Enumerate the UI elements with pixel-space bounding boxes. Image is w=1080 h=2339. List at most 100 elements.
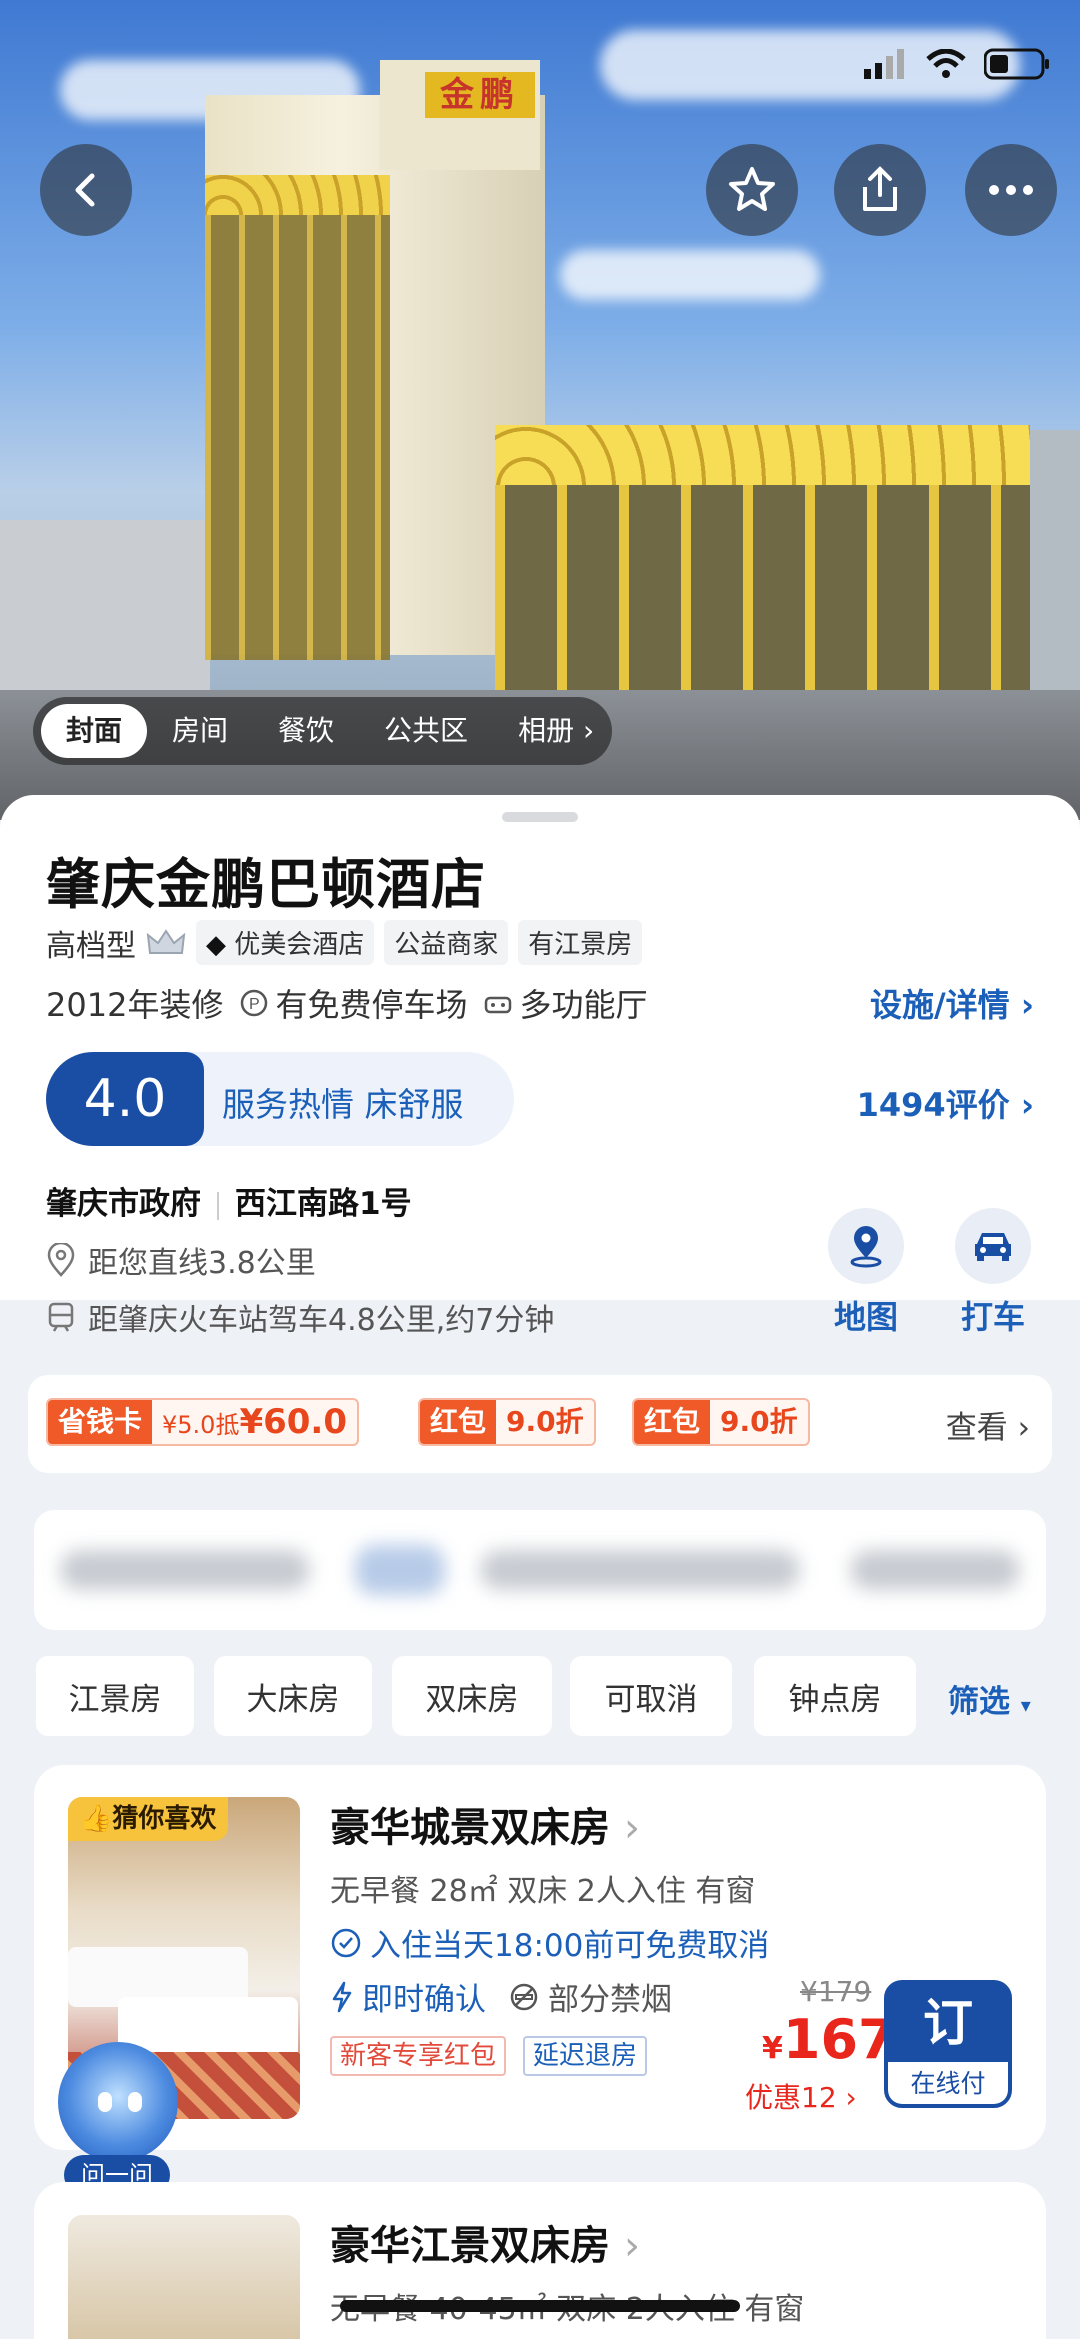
tag-member-hotel: ◆ 优美会酒店 — [196, 920, 375, 965]
tab-album[interactable]: 相册 › — [493, 704, 604, 758]
more-icon — [989, 185, 1033, 195]
hotel-address: 肇庆市政府 西江南路1号 — [46, 1178, 412, 1223]
home-indicator — [340, 2300, 740, 2312]
taxi-icon-circle — [955, 1208, 1031, 1284]
free-cancel-label: 入住当天18:00前可免费取消 — [370, 1928, 770, 1964]
hotel-roof-sign: 金鹏 — [425, 72, 535, 118]
taxi-label: 打车 — [960, 1298, 1025, 1336]
room-info: 无早餐 28㎡ 双床 2人入住 有窗 — [330, 1874, 756, 1909]
tab-cover[interactable]: 封面 — [41, 704, 148, 758]
bot-eye — [98, 2092, 112, 2112]
filter-button[interactable]: 筛选 ▾ — [948, 1676, 1031, 1721]
map-label: 地图 — [833, 1298, 898, 1336]
recommend-badge: 👍猜你喜欢 — [68, 1797, 229, 1841]
car-icon — [975, 1233, 1011, 1261]
hall-feature: 多功能厅 — [483, 980, 647, 1026]
photo-tabs: 封面 房间 餐饮 公共区 相册 › — [33, 697, 613, 765]
filter-chip[interactable]: 大床房 — [214, 1656, 372, 1736]
tab-rooms[interactable]: 房间 — [147, 704, 253, 758]
filter-chip[interactable]: 双床房 — [392, 1656, 552, 1736]
thumbs-up-icon: 👍 — [80, 1804, 113, 1834]
parking-icon: P — [241, 989, 268, 1017]
tag-charity: 公益商家 — [384, 920, 509, 965]
meeting-hall-icon — [485, 996, 512, 1014]
map-button[interactable]: 地图 — [811, 1208, 921, 1338]
lightning-icon — [332, 1981, 352, 2012]
tower-facade — [205, 190, 390, 660]
status-bar — [864, 40, 1050, 88]
address-street: 西江南路1号 — [235, 1186, 412, 1222]
coupon-red-packet[interactable]: 红包 9.0折 — [418, 1398, 596, 1446]
share-icon — [863, 166, 897, 211]
bot-eye — [128, 2092, 142, 2112]
back-button[interactable] — [40, 144, 132, 236]
facilities-link-label: 设施/详情 — [869, 986, 1010, 1024]
original-price: ¥179 — [800, 1975, 872, 2008]
location-pin-icon — [47, 1243, 75, 1277]
hotel-grade: 高档型 — [46, 928, 136, 964]
crown-icon — [146, 928, 186, 954]
city-buildings — [0, 520, 210, 700]
assistant-bot-icon[interactable] — [58, 2042, 178, 2162]
room-name[interactable]: 豪华城景双床房 › — [330, 1795, 640, 1853]
book-button[interactable]: 订 在线付 — [884, 1980, 1012, 2108]
blurred-nights — [355, 1545, 445, 1595]
facilities-link[interactable]: 设施/详情 › — [870, 980, 1034, 1026]
star-icon — [729, 167, 775, 211]
recommend-badge-label: 猜你喜欢 — [112, 1804, 217, 1834]
train-icon — [48, 1302, 74, 1332]
free-cancel-policy: 入住当天18:00前可免费取消 — [330, 1920, 769, 1965]
coupons-see-all-label: 查看 — [945, 1410, 1008, 1446]
chevron-left-icon — [75, 173, 95, 207]
taxi-button[interactable]: 打车 — [938, 1208, 1048, 1338]
score-value: 4.0 — [46, 1052, 204, 1146]
reviews-link-label: 1494评价 — [856, 1086, 1010, 1124]
coupon-savings-card[interactable]: 省钱卡 ¥5.0抵¥60.0 — [46, 1398, 359, 1446]
instant-confirm-label: 即时确认 — [362, 1982, 486, 2018]
price-currency: ¥ — [762, 2031, 783, 2066]
coupon-label: 红包 — [420, 1400, 497, 1444]
coupon-label: 省钱卡 — [48, 1400, 153, 1444]
coupon-detail: 9.0折 — [506, 1405, 584, 1438]
distance-you-label: 距您直线3.8公里 — [88, 1246, 316, 1281]
hotel-name: 肇庆金鹏巴顿酒店 — [46, 853, 486, 916]
hall-label: 多功能厅 — [519, 986, 648, 1024]
blurred-date — [60, 1550, 310, 1590]
wifi-icon — [926, 49, 966, 78]
score-summary: 服务热情 床舒服 — [222, 1085, 464, 1124]
room-photo[interactable] — [68, 2215, 300, 2339]
room-name[interactable]: 豪华江景双床房 › — [330, 2213, 640, 2271]
tab-public-area[interactable]: 公共区 — [359, 704, 493, 758]
more-button[interactable] — [965, 144, 1057, 236]
reviews-link[interactable]: 1494评价 › — [857, 1080, 1034, 1126]
coupon-detail-value: ¥60.0 — [239, 1402, 347, 1442]
wing-arches — [495, 425, 1030, 485]
check-circle-icon — [331, 1928, 361, 1957]
share-button[interactable] — [834, 144, 926, 236]
filter-chip[interactable]: 可取消 — [570, 1656, 732, 1736]
blurred-guests — [850, 1550, 1020, 1590]
filter-chip[interactable]: 钟点房 — [754, 1656, 916, 1736]
hotel-features-row: 2012年装修 P 有免费停车场 多功能厅 — [46, 980, 647, 1026]
room-name-label: 豪华江景双床房 — [330, 2223, 610, 2269]
tab-album-label: 相册 — [518, 714, 575, 747]
svg-text:P: P — [249, 996, 260, 1013]
price-value: 167 — [782, 2008, 896, 2071]
sheet-handle[interactable] — [502, 812, 578, 822]
map-pin-icon — [850, 1226, 882, 1268]
tag-member-hotel-label: 优美会酒店 — [234, 930, 365, 960]
tower-arches — [205, 175, 390, 215]
tab-dining[interactable]: 餐饮 — [253, 704, 359, 758]
blurred-date — [480, 1550, 800, 1590]
coupon-detail: 9.0折 — [720, 1405, 798, 1438]
discount-link[interactable]: 优惠12 › — [745, 2076, 857, 2116]
renovation-year: 2012年装修 — [46, 986, 224, 1024]
tag-river-view: 有江景房 — [518, 920, 643, 965]
distance-from-you: 距您直线3.8公里 — [46, 1238, 316, 1282]
current-price: ¥167 — [762, 2008, 896, 2071]
filter-chip[interactable]: 江景房 — [36, 1656, 194, 1736]
favorite-button[interactable] — [706, 144, 798, 236]
address-area: 肇庆市政府 — [46, 1186, 201, 1222]
coupon-red-packet[interactable]: 红包 9.0折 — [632, 1398, 810, 1446]
coupons-see-all[interactable]: 查看 › — [946, 1402, 1030, 1447]
